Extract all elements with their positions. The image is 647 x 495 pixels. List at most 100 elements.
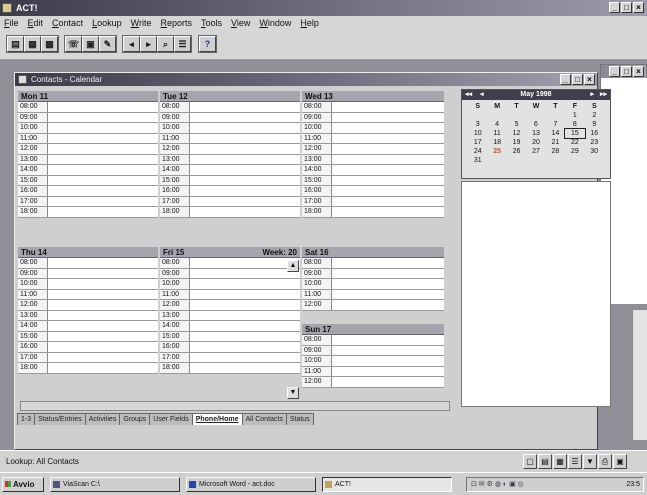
time-slot[interactable]: 12:00: [302, 144, 444, 155]
contacts-view-icon[interactable]: ▣: [613, 454, 627, 469]
calendar-day[interactable]: 26: [507, 147, 526, 156]
start-button[interactable]: Avvio: [2, 477, 44, 492]
slot-cell[interactable]: [48, 342, 158, 352]
day-header[interactable]: Wed 13: [302, 91, 444, 102]
slot-cell[interactable]: [190, 134, 300, 144]
day-view-icon[interactable]: ▢: [523, 454, 537, 469]
calendar-day[interactable]: 11: [487, 129, 506, 138]
calendar-day[interactable]: 29: [565, 147, 584, 156]
slot-cell[interactable]: [332, 186, 444, 196]
slot-cell[interactable]: [190, 155, 300, 165]
calendar-day[interactable]: 28: [546, 147, 565, 156]
slot-cell[interactable]: [48, 186, 158, 196]
time-slot[interactable]: 11:00: [18, 133, 158, 144]
time-slot[interactable]: 09:00: [160, 268, 300, 279]
slot-cell[interactable]: [48, 197, 158, 207]
slot-cell[interactable]: [48, 155, 158, 165]
slot-cell[interactable]: [48, 321, 158, 331]
calendar-day[interactable]: 10: [468, 129, 487, 138]
time-slot[interactable]: 09:00: [18, 268, 158, 279]
slot-cell[interactable]: [332, 346, 444, 356]
calendar-day[interactable]: 31: [468, 156, 487, 165]
calendar-day[interactable]: 16: [585, 129, 604, 138]
previous-year-icon[interactable]: ◂◂: [465, 90, 472, 100]
tab-activities[interactable]: Activities: [84, 413, 121, 425]
time-slot[interactable]: 17:00: [160, 196, 300, 207]
menu-file[interactable]: File: [4, 16, 19, 30]
print-icon[interactable]: ⎙: [598, 454, 612, 469]
scroll-up-icon[interactable]: ▲: [287, 260, 299, 272]
calendar-day[interactable]: 27: [526, 147, 545, 156]
slot-cell[interactable]: [332, 269, 444, 279]
slot-cell[interactable]: [332, 207, 444, 217]
calendar-day[interactable]: 1: [565, 111, 584, 120]
menu-write[interactable]: Write: [131, 16, 152, 30]
maximize-icon[interactable]: □: [621, 66, 632, 77]
time-slot[interactable]: 17:00: [160, 352, 300, 363]
time-slot[interactable]: 14:00: [160, 321, 300, 332]
slot-cell[interactable]: [190, 279, 300, 289]
time-slot[interactable]: 08:00: [302, 102, 444, 113]
slot-cell[interactable]: [190, 207, 300, 217]
calendar-day[interactable]: 15: [564, 128, 586, 139]
day-header[interactable]: Sun 17: [302, 324, 444, 335]
month-view-icon[interactable]: ▦: [553, 454, 567, 469]
slot-cell[interactable]: [190, 269, 300, 279]
maximize-icon[interactable]: □: [572, 74, 583, 85]
next-month-icon[interactable]: ▸: [590, 90, 594, 100]
day-header[interactable]: Thu 14: [18, 247, 158, 258]
time-slot[interactable]: 09:00: [160, 112, 300, 123]
week-view-icon[interactable]: ▤: [538, 454, 552, 469]
background-scrollbar[interactable]: [632, 310, 647, 440]
slot-cell[interactable]: [332, 356, 444, 366]
slot-cell[interactable]: [332, 197, 444, 207]
time-slot[interactable]: 12:00: [160, 300, 300, 311]
slot-cell[interactable]: [48, 311, 158, 321]
time-slot[interactable]: 11:00: [302, 366, 444, 377]
slot-cell[interactable]: [332, 335, 444, 345]
calendar-day[interactable]: 30: [585, 147, 604, 156]
lookup-icon[interactable]: ⌕: [157, 36, 174, 52]
slot-cell[interactable]: [332, 113, 444, 123]
time-slot[interactable]: 13:00: [160, 154, 300, 165]
slot-cell[interactable]: [190, 290, 300, 300]
meeting-icon[interactable]: ▣: [82, 36, 99, 52]
call-icon[interactable]: ☏: [65, 36, 82, 52]
slot-cell[interactable]: [48, 300, 158, 310]
previous-month-icon[interactable]: ◂: [480, 90, 484, 100]
day-header[interactable]: Sat 16: [302, 247, 444, 258]
time-slot[interactable]: 17:00: [18, 352, 158, 363]
tab-user-fields[interactable]: User Fields: [149, 413, 193, 425]
activity-pane[interactable]: [461, 181, 611, 407]
time-slot[interactable]: 15:00: [18, 175, 158, 186]
tab-1-3[interactable]: 1-3: [17, 413, 36, 425]
time-slot[interactable]: 08:00: [160, 258, 300, 269]
maximize-icon[interactable]: □: [621, 2, 632, 13]
calendar-day[interactable]: 21: [546, 138, 565, 147]
minimize-icon[interactable]: _: [560, 74, 571, 85]
time-slot[interactable]: 10:00: [160, 123, 300, 134]
filter-icon[interactable]: ▼: [583, 454, 597, 469]
tab-status[interactable]: Status: [285, 413, 314, 425]
tray-icons[interactable]: ⊡ ✉ ⚙ ◍ ◐ ▣ ◎: [471, 478, 524, 491]
close-icon[interactable]: ×: [633, 2, 644, 13]
slot-cell[interactable]: [48, 332, 158, 342]
slot-cell[interactable]: [48, 165, 158, 175]
slot-cell[interactable]: [332, 155, 444, 165]
previous-icon[interactable]: ◂: [123, 36, 140, 52]
slot-cell[interactable]: [190, 300, 300, 310]
menu-window[interactable]: Window: [259, 16, 291, 30]
time-slot[interactable]: 12:00: [302, 300, 444, 311]
taskbar-item-act[interactable]: ACT!: [322, 477, 452, 492]
time-slot[interactable]: 09:00: [302, 112, 444, 123]
time-slot[interactable]: 13:00: [160, 310, 300, 321]
time-slot[interactable]: 18:00: [160, 363, 300, 374]
time-slot[interactable]: 18:00: [160, 207, 300, 218]
taskbar-item-viascan[interactable]: ViaScan C:\: [50, 477, 180, 492]
horizontal-scrollbar[interactable]: [20, 401, 450, 411]
time-slot[interactable]: 10:00: [302, 279, 444, 290]
time-slot[interactable]: 13:00: [18, 310, 158, 321]
calendar-day[interactable]: 20: [526, 138, 545, 147]
time-slot[interactable]: 14:00: [160, 165, 300, 176]
calendar-day[interactable]: 2: [585, 111, 604, 120]
